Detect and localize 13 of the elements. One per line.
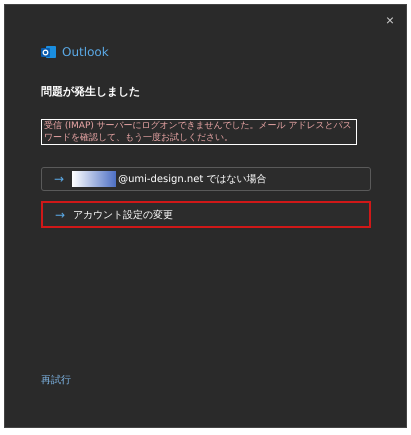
option-label: @umi-design.net ではない場合 [118,173,266,186]
arrow-icon: → [55,208,66,222]
retry-link[interactable]: 再試行 [41,373,71,387]
arrow-icon: → [54,172,64,186]
outlook-logo-icon [41,45,56,59]
app-name: Outlook [62,45,109,59]
option-button[interactable]: → アカウント設定の変更 [41,201,371,228]
option-label: アカウント設定の変更 [73,208,174,222]
redacted-block [72,171,116,187]
dialog-heading: 問題が発生しました [41,84,141,99]
error-message: 受信 (IMAP) サーバーにログオンできませんでした。メール アドレスとパスワードを確認して、もう一度お試しください。 [41,119,357,145]
option-button[interactable]: → @umi-design.net ではない場合 [41,167,371,191]
close-button[interactable]: × [382,11,398,29]
